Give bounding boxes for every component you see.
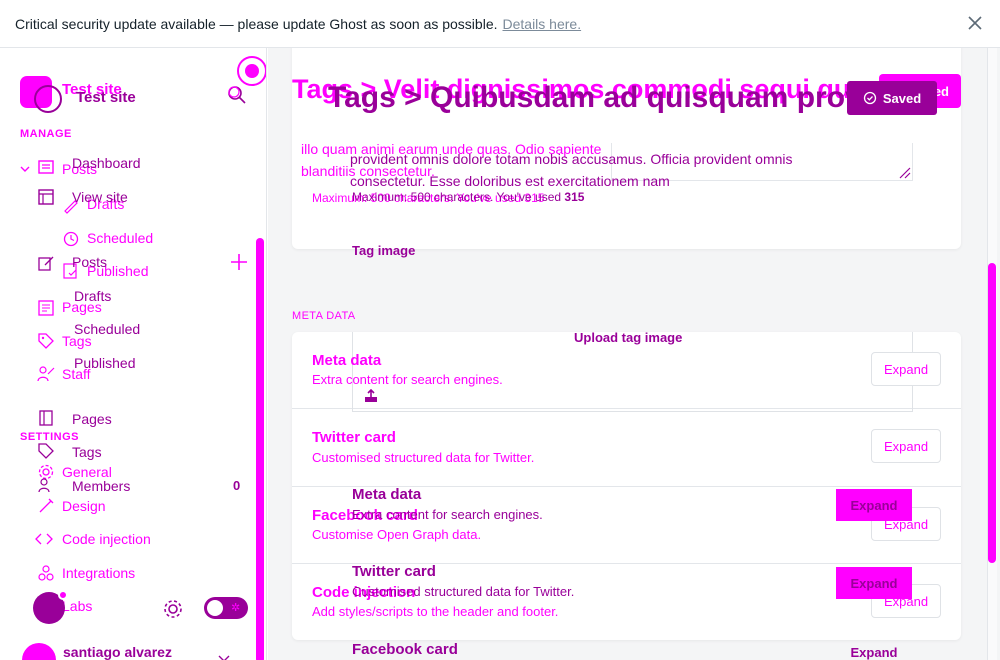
book-icon	[39, 410, 53, 426]
sidebar-item-posts-secondary[interactable]: Posts	[72, 254, 107, 270]
meta-data-row-subtitle-secondary: Extra content for search engines.	[352, 507, 543, 522]
meta-data-row-title: Meta data	[312, 352, 382, 369]
check-circle-icon	[863, 91, 876, 105]
expand-facebook-card-button-secondary[interactable]: Expand	[836, 645, 912, 660]
banner-message: Critical security update available — ple…	[15, 15, 498, 32]
members-icon	[38, 478, 50, 493]
sparkle-icon: ✲	[231, 602, 241, 614]
sidebar-scrollbar[interactable]	[256, 238, 264, 660]
character-count-hint-secondary: Maximum: 500 characters. You've used 315	[352, 190, 585, 204]
settings-gear-icon[interactable]	[162, 598, 184, 620]
sidebar-item-code-injection[interactable]: Code injection	[62, 531, 151, 547]
posts-icon	[38, 160, 54, 174]
twitter-card-row-subtitle: Customised structured data for Twitter.	[312, 450, 535, 465]
chevron-down-icon[interactable]	[20, 164, 30, 174]
tag-image-label: Tag image	[352, 243, 416, 258]
close-icon[interactable]	[966, 14, 984, 32]
avatar-status-dot	[58, 590, 68, 600]
twitter-card-row-subtitle-secondary: Customised structured data for Twitter.	[352, 584, 575, 599]
twitter-card-row-title: Twitter card	[312, 429, 396, 446]
sidebar-item-published-secondary[interactable]: Published	[74, 355, 136, 371]
manage-section-title: MANAGE	[20, 128, 72, 140]
meta-data-section-title: META DATA	[292, 310, 356, 322]
user-name[interactable]: santiago alvarez	[63, 644, 172, 660]
integrations-icon	[38, 565, 54, 581]
meta-data-row-title-secondary: Meta data	[352, 486, 422, 503]
sidebar-item-scheduled-secondary[interactable]: Scheduled	[74, 321, 140, 337]
sidebar-item-labs[interactable]: Labs	[62, 598, 92, 614]
sidebar-item-drafts-secondary[interactable]: Drafts	[74, 288, 111, 304]
meta-data-row-subtitle: Extra content for search engines.	[312, 372, 503, 387]
site-name-secondary[interactable]: Test site	[76, 89, 136, 106]
layout-icon	[38, 189, 54, 205]
upload-tag-image-label[interactable]: Upload tag image	[574, 330, 682, 345]
tag-icon	[38, 333, 54, 349]
save-button-secondary-label: Saved	[882, 90, 922, 106]
upload-icon	[365, 389, 377, 402]
sidebar-item-members[interactable]: Members	[72, 478, 130, 494]
pages-icon	[38, 300, 54, 316]
expand-twitter-card-button[interactable]: Expand	[871, 429, 941, 463]
toggle-knob	[207, 600, 223, 616]
design-brush-icon	[39, 498, 54, 513]
facebook-card-row-title-secondary: Facebook card	[352, 641, 458, 658]
site-logo-ring	[34, 85, 62, 113]
members-count: 0	[233, 478, 241, 493]
staff-icon	[37, 366, 55, 382]
expand-meta-data-button-secondary[interactable]: Expand	[836, 489, 912, 521]
user-avatar[interactable]	[22, 643, 56, 660]
security-banner: Critical security update available — ple…	[0, 0, 1000, 48]
sidebar-item-tags-secondary[interactable]: Tags	[72, 444, 102, 460]
edit-icon	[38, 256, 54, 271]
sidebar: Test site Test site MANAGE Posts Drafts …	[0, 48, 267, 660]
sidebar-item-dashboard[interactable]: Dashboard	[72, 155, 141, 171]
sidebar-item-scheduled[interactable]: Scheduled	[87, 230, 153, 246]
main-scrollbar[interactable]	[988, 263, 996, 563]
code-injection-row-subtitle: Add styles/scripts to the header and foo…	[312, 604, 559, 619]
search-icon[interactable]	[226, 84, 248, 106]
save-button-secondary[interactable]: Saved	[847, 81, 937, 115]
chevron-down-icon-user[interactable]	[218, 654, 230, 660]
expand-twitter-card-button-secondary[interactable]: Expand	[836, 567, 912, 599]
expand-meta-data-button[interactable]: Expand	[871, 352, 941, 386]
sidebar-item-pages-secondary[interactable]: Pages	[72, 411, 112, 427]
resize-handle-icon[interactable]	[898, 166, 912, 180]
banner-details-link[interactable]: Details here.	[503, 16, 582, 32]
code-icon	[35, 533, 53, 545]
description-text-secondary: provident omnis dolore totam nobis accus…	[350, 151, 793, 189]
twitter-card-row-title-secondary: Twitter card	[352, 563, 436, 580]
sidebar-item-integrations[interactable]: Integrations	[62, 565, 135, 581]
facebook-card-row-subtitle: Customise Open Graph data.	[312, 527, 482, 542]
sidebar-item-view-site[interactable]: View site	[72, 189, 128, 205]
tag-icon-secondary	[38, 443, 54, 459]
settings-section-title: SETTINGS	[20, 431, 80, 443]
page-title-secondary: Tags > Quibusdam ad quisquam prov	[328, 81, 862, 114]
new-post-plus-icon[interactable]	[229, 252, 249, 272]
sidebar-item-design[interactable]: Design	[62, 498, 106, 514]
main-content: illo quam animi earum unde quas. Odio sa…	[268, 48, 1000, 660]
notification-dot	[245, 64, 259, 78]
clock-icon	[63, 231, 79, 247]
